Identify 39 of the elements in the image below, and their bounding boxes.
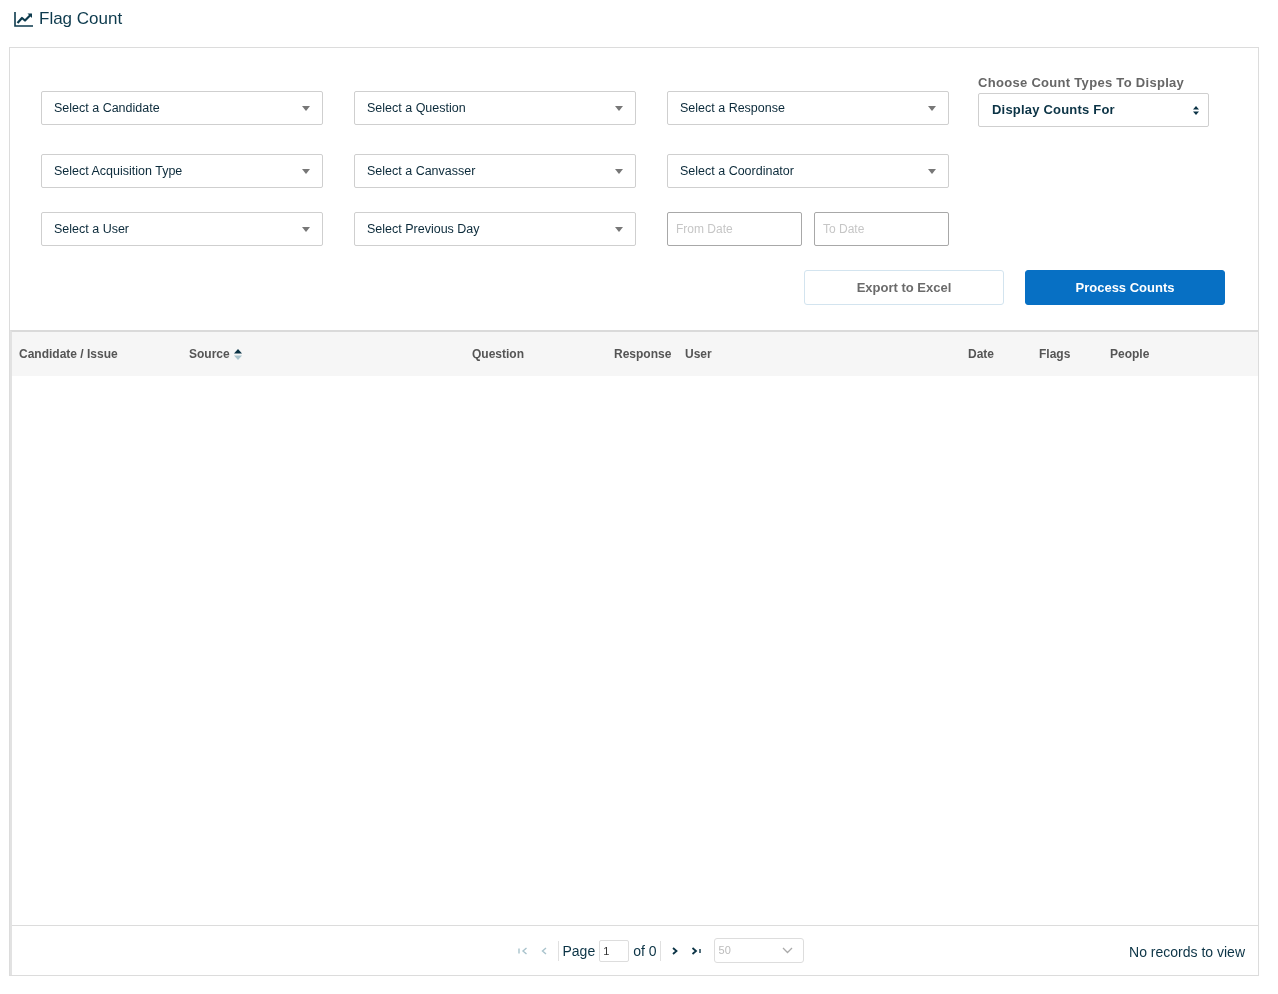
page-title: Flag Count [39,8,123,29]
column-header[interactable]: Question [472,345,524,363]
date-field[interactable]: From Date [667,212,802,246]
page-label: Page [562,941,596,960]
caret-icon [302,226,310,232]
count-types-label: Choose Count Types To Display [978,75,1185,91]
caret-icon [302,168,310,174]
column-header[interactable]: Flags [1039,345,1071,363]
process-button[interactable]: Process Counts [1025,270,1225,305]
dropdown[interactable]: Select Previous Day [354,212,636,246]
dropdown[interactable]: Select a Canvasser [354,154,636,188]
column-header[interactable]: User [685,345,712,363]
updown-caret-icon [1193,105,1199,115]
page-number-field[interactable]: 1 [599,939,630,962]
column-header[interactable]: Candidate / Issue [19,345,118,363]
chevron-down-icon [781,947,793,954]
column-header[interactable]: Source [189,345,242,363]
count-types-dropdown[interactable]: Display Counts For [978,93,1209,127]
line-chart-icon [14,10,34,27]
column-header[interactable]: Response [614,345,672,363]
dropdown[interactable]: Select a Coordinator [667,154,949,188]
page-count-label: of 0 [633,941,657,960]
export-button[interactable]: Export to Excel [804,270,1004,305]
caret-icon [615,105,623,111]
caret-icon [302,105,310,111]
dropdown[interactable]: Select a Candidate [41,91,323,125]
caret-icon [615,226,623,232]
records-status: No records to view [1129,943,1246,962]
last-page-icon[interactable] [690,946,701,955]
dropdown[interactable]: Select a Response [667,91,949,125]
column-header[interactable]: Date [968,345,994,363]
date-field[interactable]: To Date [814,212,949,246]
column-header[interactable]: People [1110,345,1150,363]
caret-icon [928,105,936,111]
dropdown[interactable]: Select Acquisition Type [41,154,323,188]
dropdown[interactable]: Select a User [41,212,323,246]
caret-icon [615,168,623,174]
dropdown[interactable]: Select a Question [354,91,636,125]
caret-icon [928,168,936,174]
